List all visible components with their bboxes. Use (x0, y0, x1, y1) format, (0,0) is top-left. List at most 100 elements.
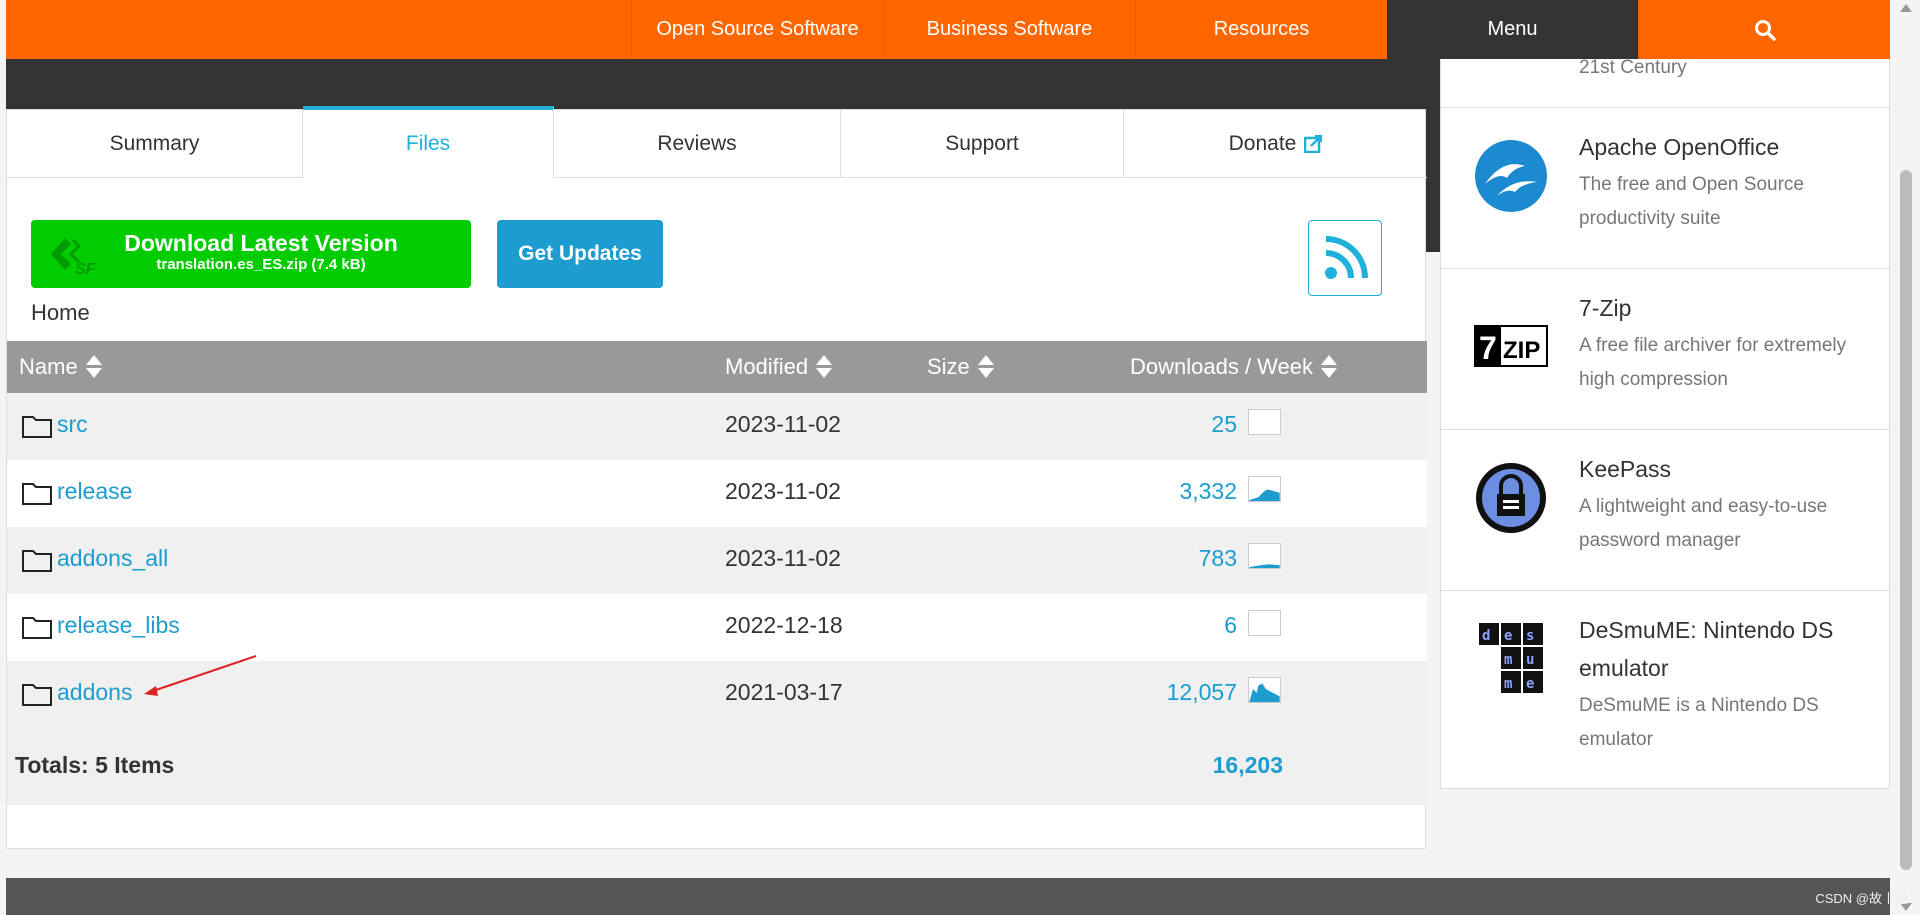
file-name-link[interactable]: addons (57, 679, 132, 706)
sidebar-item-desc: A lightweight and easy-to-use password m… (1579, 496, 1828, 551)
file-name-link[interactable]: release_libs (57, 612, 180, 639)
svg-text:u: u (1526, 652, 1534, 668)
svg-text:d: d (1482, 628, 1490, 644)
table-row[interactable]: release_libs 2022-12-18 6 (7, 594, 1427, 661)
sidebar-item-title: 7-Zip (1579, 295, 1632, 321)
file-modified: 2023-11-02 (725, 411, 841, 437)
col-downloads-label: Downloads / Week (1130, 354, 1314, 379)
get-updates-button[interactable]: Get Updates (497, 220, 663, 288)
sort-icon (85, 355, 102, 379)
totals-label: Totals: 5 Items (15, 752, 175, 778)
files-panel: Summary Files Reviews Support Donate SF … (6, 106, 1427, 849)
sidebar-item-partial[interactable]: 21st Century (1441, 57, 1891, 108)
tab-donate[interactable]: Donate (1124, 110, 1427, 178)
table-row[interactable]: addons_all 2023-11-02 783 (7, 527, 1427, 594)
scroll-thumb[interactable] (1900, 170, 1912, 870)
col-size-label: Size (927, 354, 970, 379)
folder-icon (22, 617, 52, 639)
nav-open-source-software[interactable]: Open Source Software (631, 0, 883, 59)
search-icon (1754, 19, 1776, 41)
col-size[interactable]: Size (927, 341, 994, 393)
file-name-link[interactable]: addons_all (57, 545, 168, 572)
svg-text:e: e (1504, 628, 1512, 644)
header-band-edge (1425, 109, 1440, 252)
sparkline-chart (1248, 409, 1281, 435)
footer-bar (6, 878, 1890, 915)
sidebar-item-desc: DeSmuME is a Nintendo DS emulator (1579, 695, 1819, 750)
folder-icon (22, 550, 52, 572)
sparkline-chart (1248, 677, 1281, 703)
sidebar-item-title: DeSmuME: Nintendo DS emulator (1579, 617, 1834, 681)
keepass-lock-icon (1476, 463, 1546, 533)
svg-text:e: e (1526, 676, 1534, 692)
external-link-icon (1304, 135, 1323, 153)
file-modified: 2022-12-18 (725, 612, 843, 638)
project-tabs: Summary Files Reviews Support Donate (7, 106, 1427, 178)
sidebar-item-desmume[interactable]: d e s m u m e DeSmuME: Nintendo DS emula… (1441, 591, 1891, 789)
openoffice-icon (1475, 140, 1547, 212)
file-downloads-link[interactable]: 3,332 (1179, 478, 1237, 505)
file-modified: 2023-11-02 (725, 478, 841, 504)
sort-icon (1321, 355, 1338, 379)
folder-icon (22, 416, 52, 438)
col-modified-label: Modified (725, 354, 809, 379)
file-downloads-link[interactable]: 12,057 (1167, 679, 1237, 706)
download-filename: translation.es_ES.zip (7.4 kB) (156, 256, 366, 273)
download-latest-button[interactable]: SF Download Latest Version translation.e… (31, 220, 471, 288)
sidebar-item-apache-openoffice[interactable]: Apache OpenOffice The free and Open Sour… (1441, 108, 1891, 269)
sort-icon (977, 355, 994, 379)
svg-text:ZIP: ZIP (1503, 337, 1540, 364)
svg-text:s: s (1526, 628, 1534, 644)
download-title: Download Latest Version (124, 230, 398, 256)
nav-resources[interactable]: Resources (1135, 0, 1387, 59)
breadcrumb: Home (31, 300, 90, 325)
table-header: Name Modified Size Downloads / Week (7, 341, 1427, 393)
file-modified: 2023-11-02 (725, 545, 841, 571)
sidebar-item-desc: 21st Century (1579, 57, 1687, 78)
file-downloads-link[interactable]: 6 (1224, 612, 1237, 639)
watermark: CSDN @故丨是 (1815, 891, 1908, 906)
sidebar-item-keepass[interactable]: KeePass A lightweight and easy-to-use pa… (1441, 430, 1891, 591)
totals-downloads: 16,203 (1212, 752, 1283, 778)
col-name-label: Name (19, 354, 78, 379)
col-downloads[interactable]: Downloads / Week (1130, 341, 1338, 393)
file-downloads-link[interactable]: 25 (1211, 411, 1237, 438)
page-scrollbar[interactable] (1890, 0, 1920, 915)
sidebar-item-title: KeePass (1579, 456, 1672, 482)
nav-business-software[interactable]: Business Software (883, 0, 1135, 59)
folder-icon (22, 684, 52, 706)
rss-icon (1325, 236, 1368, 279)
sidebar-item-desc: A free file archiver for extremely high … (1579, 335, 1847, 390)
file-name-link[interactable]: release (57, 478, 132, 505)
totals-row: Totals: 5 Items 16,203 (7, 728, 1427, 805)
tab-files[interactable]: Files (303, 106, 554, 178)
scroll-up-icon[interactable] (1900, 4, 1912, 12)
table-row[interactable]: src 2023-11-02 25 (7, 393, 1427, 460)
desmume-icon: d e s m u m e (1479, 623, 1543, 693)
svg-text:m: m (1504, 652, 1512, 668)
sidebar-item-title: Apache OpenOffice (1579, 134, 1780, 160)
sidebar-item-desc: The free and Open Source productivity su… (1579, 174, 1804, 229)
sparkline-chart (1248, 476, 1281, 502)
tab-donate-label: Donate (1228, 132, 1297, 155)
sparkline-chart (1248, 543, 1281, 569)
col-name[interactable]: Name (19, 341, 102, 393)
file-downloads-link[interactable]: 783 (1199, 545, 1237, 572)
file-modified: 2021-03-17 (725, 679, 843, 705)
file-name-link[interactable]: src (57, 411, 88, 438)
table-row[interactable]: release 2023-11-02 3,332 (7, 460, 1427, 527)
folder-icon (22, 483, 52, 505)
col-modified[interactable]: Modified (725, 341, 833, 393)
tab-reviews[interactable]: Reviews (554, 110, 841, 178)
tab-summary[interactable]: Summary (7, 110, 303, 178)
sparkline-chart (1248, 610, 1281, 636)
table-row[interactable]: addons 2021-03-17 12,057 (7, 661, 1427, 728)
rss-button[interactable] (1308, 220, 1382, 296)
sidebar-item-7zip[interactable]: 7 ZIP 7-Zip A free file archiver for ext… (1441, 269, 1891, 430)
header-band (6, 59, 1440, 109)
svg-text:7: 7 (1479, 330, 1497, 366)
7zip-icon: 7 ZIP (1474, 325, 1548, 367)
related-projects-sidebar: 21st Century Apache OpenOffice The free … (1440, 57, 1891, 789)
svg-text:m: m (1504, 676, 1512, 692)
tab-support[interactable]: Support (841, 110, 1124, 178)
